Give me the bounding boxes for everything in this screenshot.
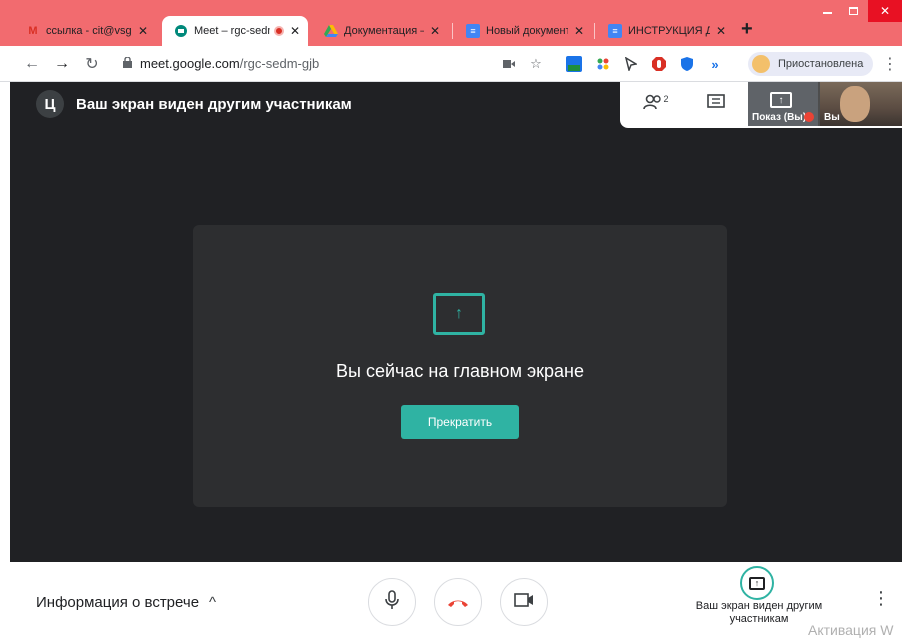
participants-count: 2 [663,94,669,104]
screen-share-banner: Ваш экран виден другим участникам [76,96,352,113]
phone-hangup-icon [447,591,469,614]
muted-icon [804,112,814,122]
tab-title: Новый документ [486,25,568,37]
bookmark-star-icon[interactable]: ☆ [527,55,545,73]
chevron-up-icon: ^ [209,594,217,611]
maximize-icon [848,7,858,15]
tab-drive[interactable]: Документация – G ✕ [312,16,448,46]
back-arrow-icon: ← [24,55,40,72]
window-close-button[interactable]: ✕ [868,0,902,22]
present-screen-icon: ↑ [770,92,792,108]
present-status-line1: Ваш экран виден другим [695,600,823,612]
reload-icon: ↻ [85,56,99,73]
tab-separator [452,23,453,39]
forward-arrow-icon: → [54,55,70,72]
tab-instruction[interactable]: ≡ ИНСТРУКЦИЯ ДЛ ✕ [596,16,734,46]
maximize-button[interactable] [842,0,864,22]
extension-dots-icon[interactable] [594,55,612,73]
more-options-icon[interactable]: ⋮ [872,588,890,609]
windows-activation-watermark: Активация W [808,622,894,638]
docs-icon: ≡ [466,24,480,38]
forward-button[interactable]: → [52,54,72,74]
lock-icon [123,56,132,71]
video-camera-icon [514,592,534,612]
browser-tabstrip: M ссылка - cit@vsgu ✕ Meet – rgc-sedm ✕ … [0,0,902,46]
tab-title: Документация – G [344,25,424,37]
minimize-icon [822,12,832,14]
tab-meet[interactable]: Meet – rgc-sedm ✕ [162,16,308,46]
extension-icon[interactable] [565,55,583,73]
stop-presenting-button[interactable]: Прекратить [401,405,519,439]
close-icon[interactable]: ✕ [138,24,148,38]
browser-menu-icon[interactable]: ⋮ [882,54,898,74]
top-right-panel: 2 ↑ Показ (Вы) Вы [620,82,902,128]
meeting-info-button[interactable]: Информация о встрече ^ [36,594,216,611]
docs-icon: ≡ [608,24,622,38]
avatar [752,55,770,73]
minimize-button[interactable] [816,0,838,22]
meet-icon [174,24,188,38]
user-avatar[interactable]: Ц [36,90,64,118]
tab-title: ИНСТРУКЦИЯ ДЛ [628,25,710,37]
present-to-all-icon: ↑ [433,293,485,335]
adblock-icon[interactable] [650,55,668,73]
reload-button[interactable]: ↻ [82,54,102,74]
camera-icon[interactable] [500,55,518,73]
shield-icon[interactable] [678,55,696,73]
close-icon[interactable]: ✕ [716,24,726,38]
people-icon [643,94,665,115]
recording-icon [273,26,284,36]
bottom-controls: Информация о встрече ^ ↑ Ваш экран виден … [10,562,902,642]
url-path: /rgc-sedm-gjb [239,56,320,71]
tile-label-present: Показ (Вы) [752,112,807,123]
gmail-icon: M [28,25,38,37]
tab-separator [594,23,595,39]
tab-title: Meet – rgc-sedm [194,25,270,37]
profile-button[interactable]: Приостановлена [748,52,874,76]
close-icon[interactable]: ✕ [290,24,300,38]
present-now-button[interactable]: ↑ [740,566,774,600]
drive-icon [324,24,338,38]
close-icon: ✕ [879,4,891,18]
hang-up-button[interactable] [434,578,482,626]
meet-stage: Ц Ваш экран виден другим участникам 2 ↑ … [10,82,902,562]
left-margin [0,82,10,642]
present-screen-icon: ↑ [749,576,765,590]
back-button[interactable]: ← [22,54,42,74]
tab-new-document[interactable]: ≡ Новый документ ✕ [454,16,592,46]
microphone-icon [385,589,399,615]
address-bar[interactable]: meet.google.com/rgc-sedm-gjb [140,56,319,71]
new-tab-button[interactable]: + [741,18,753,41]
microphone-button[interactable] [368,578,416,626]
browser-toolbar: ← → ↻ meet.google.com/rgc-sedm-gjb ☆ » П… [0,46,902,82]
tab-title: ссылка - cit@vsgu [46,25,132,37]
presenting-title: Вы сейчас на главном экране [336,361,584,381]
meeting-info-label: Информация о встрече [36,594,200,611]
tab-gmail[interactable]: M ссылка - cit@vsgu ✕ [14,16,156,46]
close-icon[interactable]: ✕ [574,24,584,38]
camera-button[interactable] [500,578,548,626]
self-video-tile[interactable]: ↑ Показ (Вы) Вы [748,82,902,126]
chat-button[interactable] [702,92,730,116]
url-host: meet.google.com [140,56,240,71]
participants-button[interactable]: 2 [642,92,670,116]
chat-icon [707,93,725,115]
cursor-icon[interactable] [622,55,640,73]
tile-label-me: Вы [824,112,840,123]
presentation-card: ↑ Вы сейчас на главном экране Прекратить [193,225,727,507]
close-icon[interactable]: ✕ [430,24,440,38]
sound-extension-icon[interactable]: » [706,55,724,73]
profile-status: Приостановлена [778,58,864,70]
user-face [840,86,870,122]
